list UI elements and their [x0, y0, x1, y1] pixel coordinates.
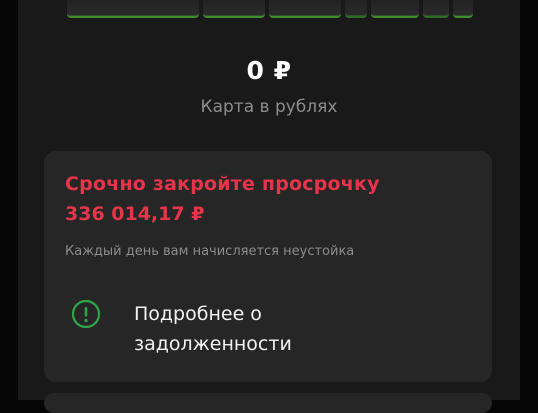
- debt-details-link[interactable]: Подробнее о задолженности: [44, 289, 492, 359]
- card-thumbnail[interactable]: [203, 0, 265, 18]
- info-exclamation-icon: [71, 299, 101, 329]
- card-thumbnail[interactable]: [345, 0, 367, 18]
- screen: 0 ₽ Карта в рублях Срочно закройте проср…: [18, 0, 520, 413]
- next-card: [44, 393, 492, 413]
- card-carousel[interactable]: [67, 0, 487, 18]
- card-thumbnail[interactable]: [453, 0, 473, 18]
- card-thumbnail[interactable]: [269, 0, 341, 18]
- debt-details-label: Подробнее о задолженности: [134, 303, 292, 355]
- overdue-title: Срочно закройте просрочку: [65, 173, 380, 195]
- account-balance: 0 ₽: [246, 56, 292, 85]
- card-thumbnail[interactable]: [67, 0, 199, 18]
- card-thumbnail[interactable]: [423, 0, 449, 18]
- overdue-amount: 336 014,17 ₽: [65, 203, 205, 225]
- penalty-note: Каждый день вам начисляется неустойка: [65, 244, 355, 259]
- account-label: Карта в рублях: [200, 97, 338, 117]
- overdue-debt-card[interactable]: Срочно закройте просрочку 336 014,17 ₽ К…: [44, 151, 492, 382]
- card-thumbnail[interactable]: [371, 0, 419, 18]
